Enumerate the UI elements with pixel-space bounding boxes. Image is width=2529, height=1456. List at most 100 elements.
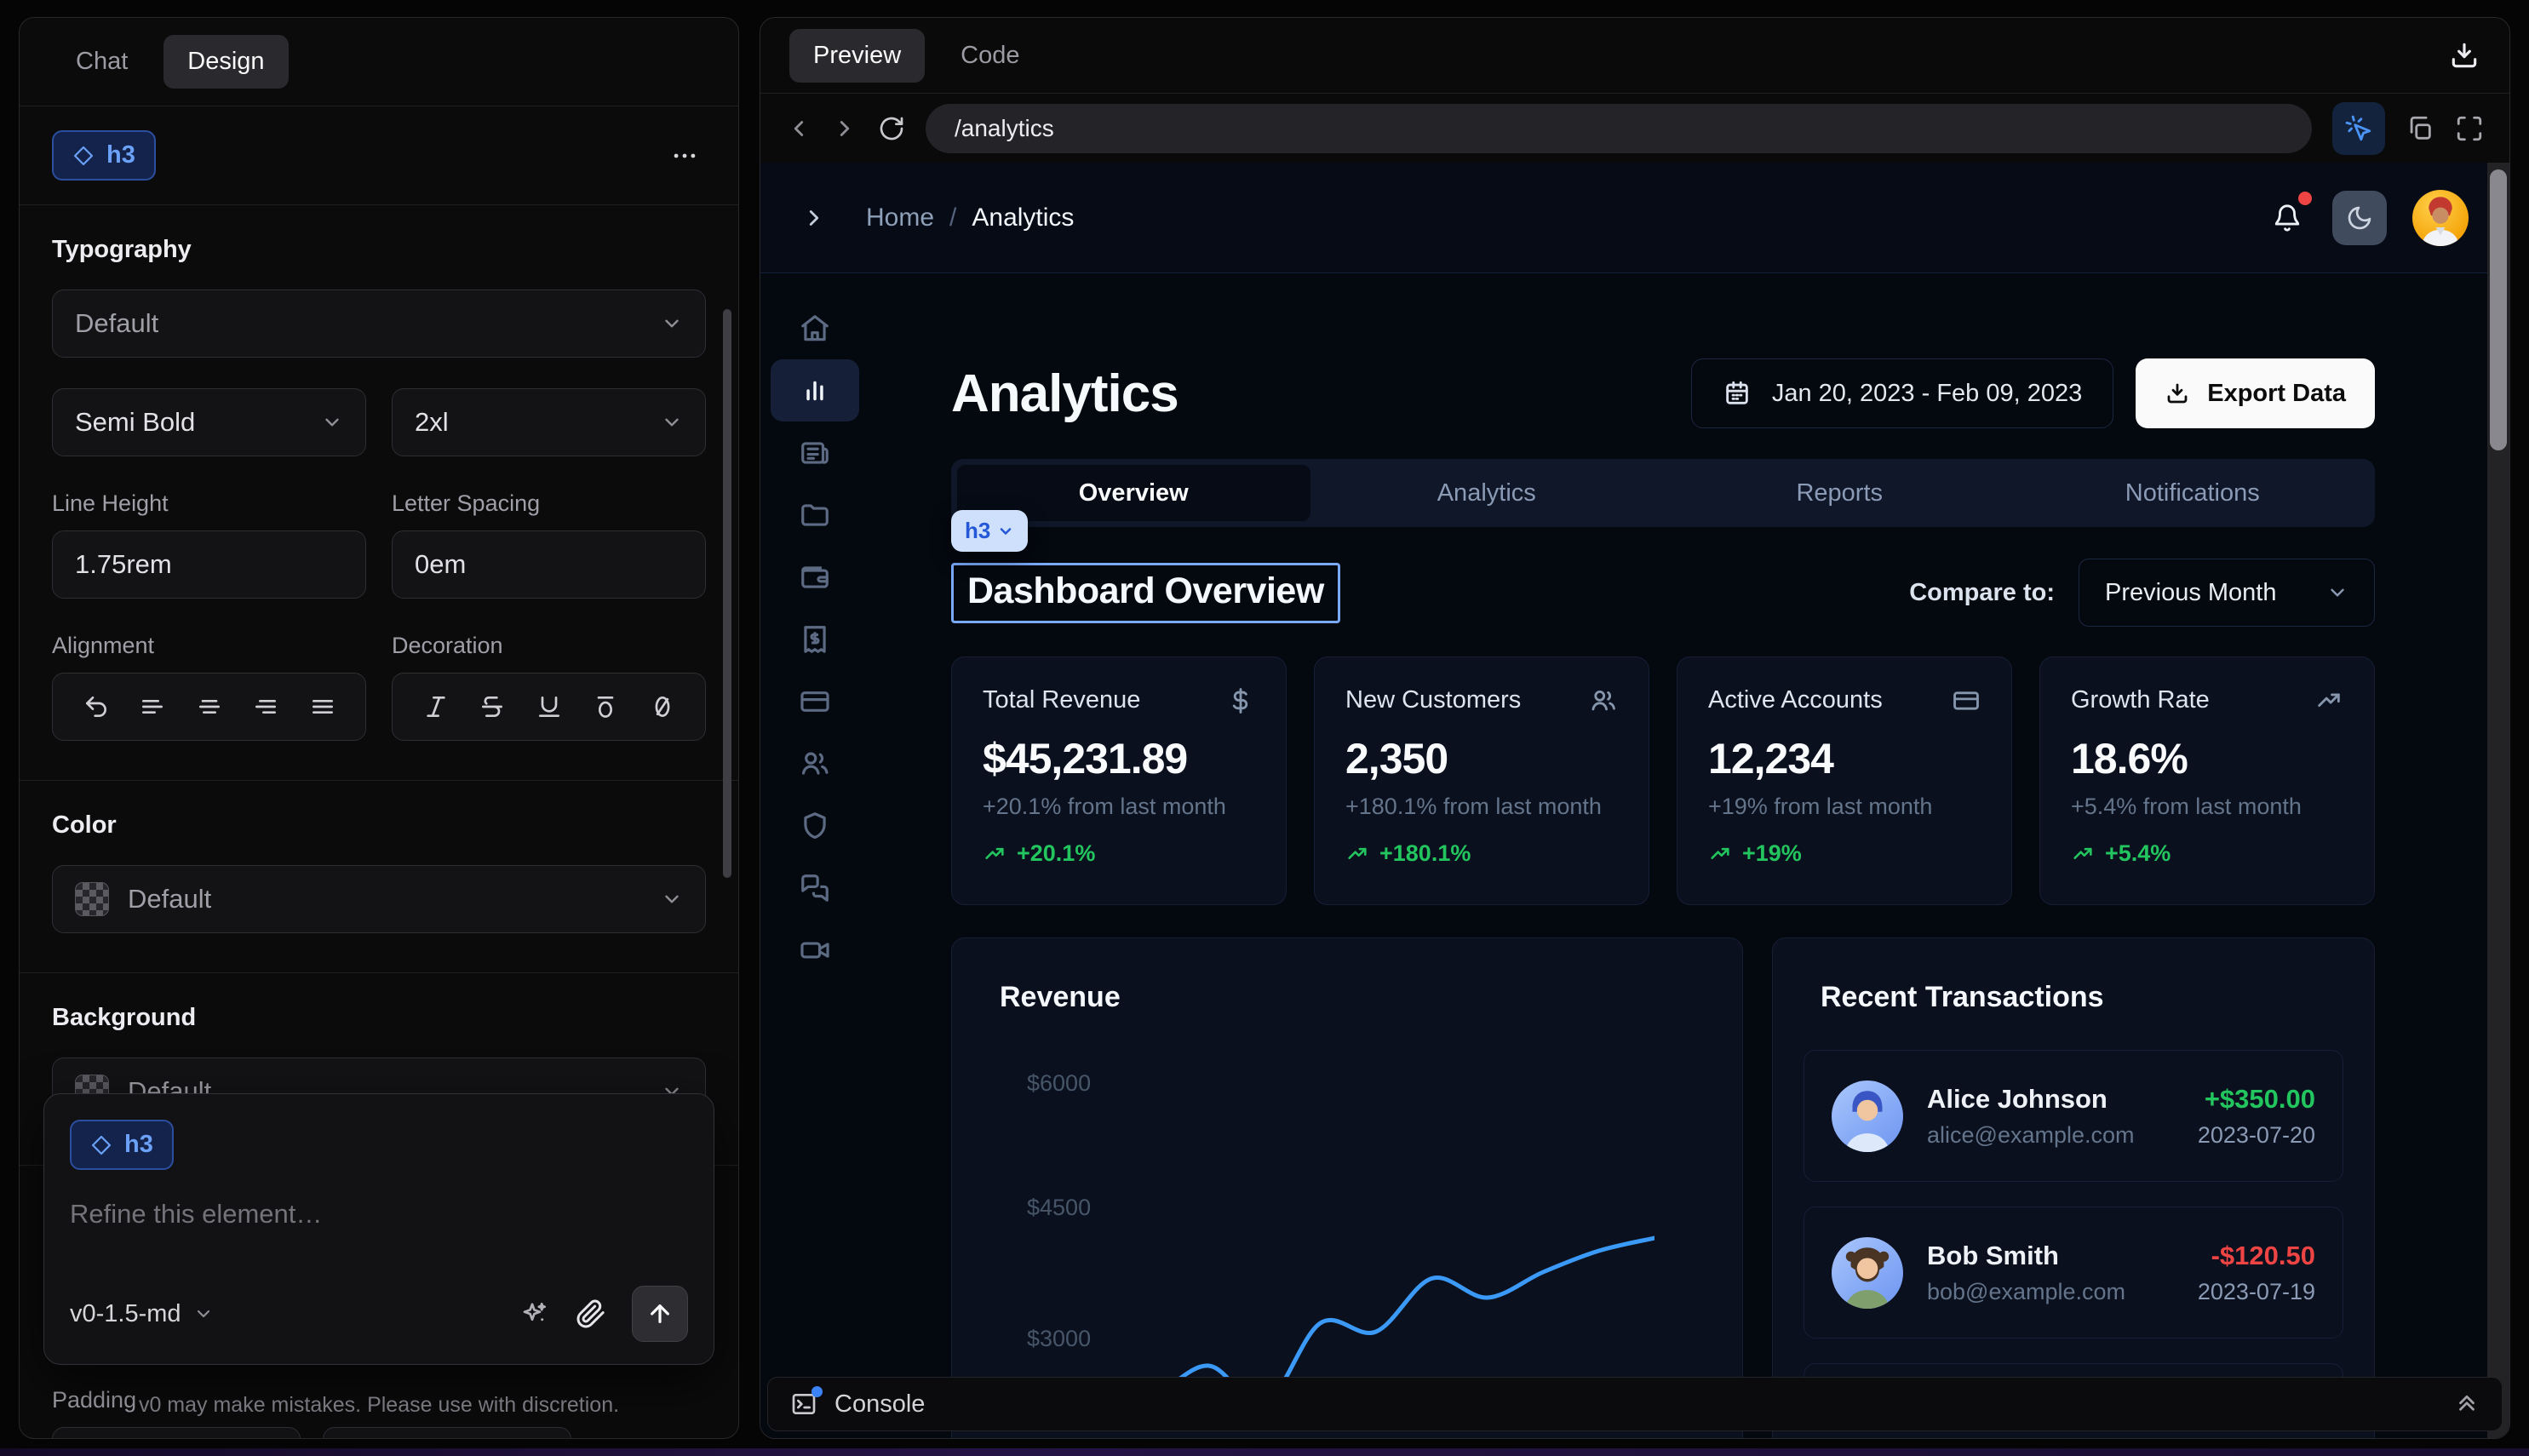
tab-reports[interactable]: Reports bbox=[1663, 465, 2016, 521]
selection-tag-chip[interactable]: h3 bbox=[951, 510, 1028, 552]
selected-element-badge[interactable]: h3 bbox=[52, 130, 156, 181]
overline-button[interactable] bbox=[592, 693, 619, 720]
date-range-picker[interactable]: Jan 20, 2023 - Feb 09, 2023 bbox=[1691, 358, 2113, 428]
selection-outline[interactable]: Dashboard Overview bbox=[951, 563, 1340, 623]
theme-toggle-moon-icon[interactable] bbox=[2332, 191, 2387, 245]
diamond-icon bbox=[90, 1134, 112, 1156]
tab-design[interactable]: Design bbox=[163, 35, 288, 89]
alignment-button-group bbox=[52, 673, 366, 741]
sidebar-toggle-icon[interactable] bbox=[801, 205, 827, 231]
letter-spacing-value: 0em bbox=[415, 549, 466, 580]
transaction-date: 2023-07-19 bbox=[2198, 1279, 2315, 1305]
copy-icon[interactable] bbox=[2406, 114, 2434, 143]
stat-title: Growth Rate bbox=[2071, 686, 2210, 714]
color-select[interactable]: Default bbox=[52, 865, 706, 933]
model-select[interactable]: v0-1.5-md bbox=[70, 1300, 214, 1328]
back-icon[interactable] bbox=[786, 116, 811, 141]
tab-chat[interactable]: Chat bbox=[52, 35, 152, 89]
padding-x-input[interactable]: 0px bbox=[52, 1427, 301, 1438]
sidebar-folder-icon[interactable] bbox=[771, 484, 859, 546]
notifications-bell-icon[interactable] bbox=[2268, 198, 2307, 238]
transaction-row[interactable]: Bob Smith bob@example.com -$120.50 2023-… bbox=[1804, 1207, 2343, 1338]
console-expand-icon[interactable] bbox=[2454, 1391, 2480, 1417]
compare-select[interactable]: Previous Month bbox=[2079, 559, 2375, 627]
attachment-icon[interactable] bbox=[576, 1298, 606, 1329]
transaction-row[interactable]: Alice Johnson alice@example.com +$350.00… bbox=[1804, 1050, 2343, 1182]
sidebar-messages-icon[interactable] bbox=[771, 857, 859, 919]
preview-viewport: Home / Analytics bbox=[760, 163, 2509, 1438]
send-button[interactable] bbox=[632, 1286, 688, 1342]
url-input[interactable]: /analytics bbox=[926, 104, 2312, 153]
font-family-select[interactable]: Default bbox=[52, 289, 706, 358]
tab-code[interactable]: Code bbox=[937, 29, 1043, 83]
stat-subtext: +20.1% from last month bbox=[983, 794, 1255, 820]
download-icon[interactable] bbox=[2448, 39, 2480, 72]
inspect-element-icon[interactable] bbox=[2332, 102, 2385, 155]
refine-input[interactable] bbox=[70, 1199, 688, 1230]
sidebar-users-icon[interactable] bbox=[771, 732, 859, 794]
sidebar-credit-card-icon[interactable] bbox=[771, 670, 859, 732]
sparkles-icon[interactable] bbox=[519, 1298, 550, 1329]
align-center-button[interactable] bbox=[196, 693, 223, 720]
fullscreen-icon[interactable] bbox=[2455, 114, 2484, 143]
line-height-input[interactable]: 1.75rem bbox=[52, 530, 366, 599]
sidebar-wallet-icon[interactable] bbox=[771, 546, 859, 608]
italic-button[interactable] bbox=[422, 693, 450, 720]
disclaimer-text: v0 may make mistakes. Please use with di… bbox=[20, 1393, 738, 1418]
chevron-down-icon bbox=[661, 312, 683, 335]
letter-spacing-input[interactable]: 0em bbox=[392, 530, 706, 599]
calendar-icon bbox=[1723, 379, 1752, 408]
padding-y-input[interactable]: 0px bbox=[323, 1427, 571, 1438]
revenue-chart-card: Revenue $6000 $4500 $3000 bbox=[951, 937, 1743, 1438]
sidebar-video-icon[interactable] bbox=[771, 919, 859, 981]
transaction-email: bob@example.com bbox=[1927, 1279, 2125, 1305]
sidebar-home-icon[interactable] bbox=[771, 297, 859, 359]
more-options-button[interactable] bbox=[663, 135, 706, 177]
console-bar[interactable]: Console bbox=[767, 1377, 2503, 1431]
sidebar-news-icon[interactable] bbox=[771, 421, 859, 484]
line-height-label: Line Height bbox=[52, 490, 366, 517]
user-avatar[interactable] bbox=[2412, 190, 2469, 246]
font-weight-select[interactable]: Semi Bold bbox=[52, 388, 366, 456]
letter-spacing-label: Letter Spacing bbox=[392, 490, 706, 517]
breadcrumb-home[interactable]: Home bbox=[866, 203, 934, 232]
align-left-button[interactable] bbox=[139, 693, 166, 720]
forward-icon[interactable] bbox=[832, 116, 857, 141]
dashboard-body: Analytics Jan 20, 2023 - Feb 09, 2023 Ex… bbox=[760, 273, 2509, 1438]
breadcrumb-current: Analytics bbox=[972, 203, 1074, 232]
export-data-label: Export Data bbox=[2207, 380, 2346, 408]
dashboard-tab-bar: Overview Analytics Reports Notifications bbox=[951, 459, 2375, 527]
design-panel-tabs: Chat Design bbox=[20, 18, 738, 106]
padding-row: 0px 0px bbox=[52, 1427, 706, 1438]
strikethrough-button[interactable] bbox=[479, 693, 506, 720]
stat-subtext: +5.4% from last month bbox=[2071, 794, 2343, 820]
sidebar-shield-icon[interactable] bbox=[771, 794, 859, 857]
design-panel-scrollbar[interactable] bbox=[723, 309, 731, 878]
selection-tag-label: h3 bbox=[965, 518, 990, 544]
preview-scrollbar-track[interactable] bbox=[2487, 163, 2509, 1438]
stat-value: 12,234 bbox=[1708, 734, 1981, 783]
stat-card-new-customers: New Customers 2,350 +180.1% from last mo… bbox=[1314, 656, 1649, 905]
tab-notifications[interactable]: Notifications bbox=[2016, 465, 2370, 521]
sidebar-analytics-icon[interactable] bbox=[771, 359, 859, 421]
reset-alignment-button[interactable] bbox=[83, 693, 110, 720]
align-right-button[interactable] bbox=[252, 693, 279, 720]
font-size-select[interactable]: 2xl bbox=[392, 388, 706, 456]
stat-trend-value: +19% bbox=[1742, 840, 1802, 867]
composer-element-chip[interactable]: h3 bbox=[70, 1120, 174, 1170]
color-section-title: Color bbox=[52, 811, 706, 840]
export-data-button[interactable]: Export Data bbox=[2136, 358, 2375, 428]
preview-scrollbar-thumb[interactable] bbox=[2490, 169, 2507, 450]
refresh-icon[interactable] bbox=[878, 115, 905, 142]
no-decoration-button[interactable] bbox=[649, 693, 676, 720]
transaction-email: alice@example.com bbox=[1927, 1122, 2135, 1149]
stat-card-total-revenue: Total Revenue $45,231.89 +20.1% from las… bbox=[951, 656, 1287, 905]
trend-up-icon bbox=[1708, 842, 1732, 866]
chevron-down-icon bbox=[997, 523, 1014, 540]
align-justify-button[interactable] bbox=[309, 693, 336, 720]
tab-preview[interactable]: Preview bbox=[789, 29, 925, 83]
underline-button[interactable] bbox=[536, 693, 563, 720]
avatar bbox=[1832, 1237, 1903, 1309]
tab-analytics[interactable]: Analytics bbox=[1310, 465, 1664, 521]
sidebar-receipt-icon[interactable] bbox=[771, 608, 859, 670]
